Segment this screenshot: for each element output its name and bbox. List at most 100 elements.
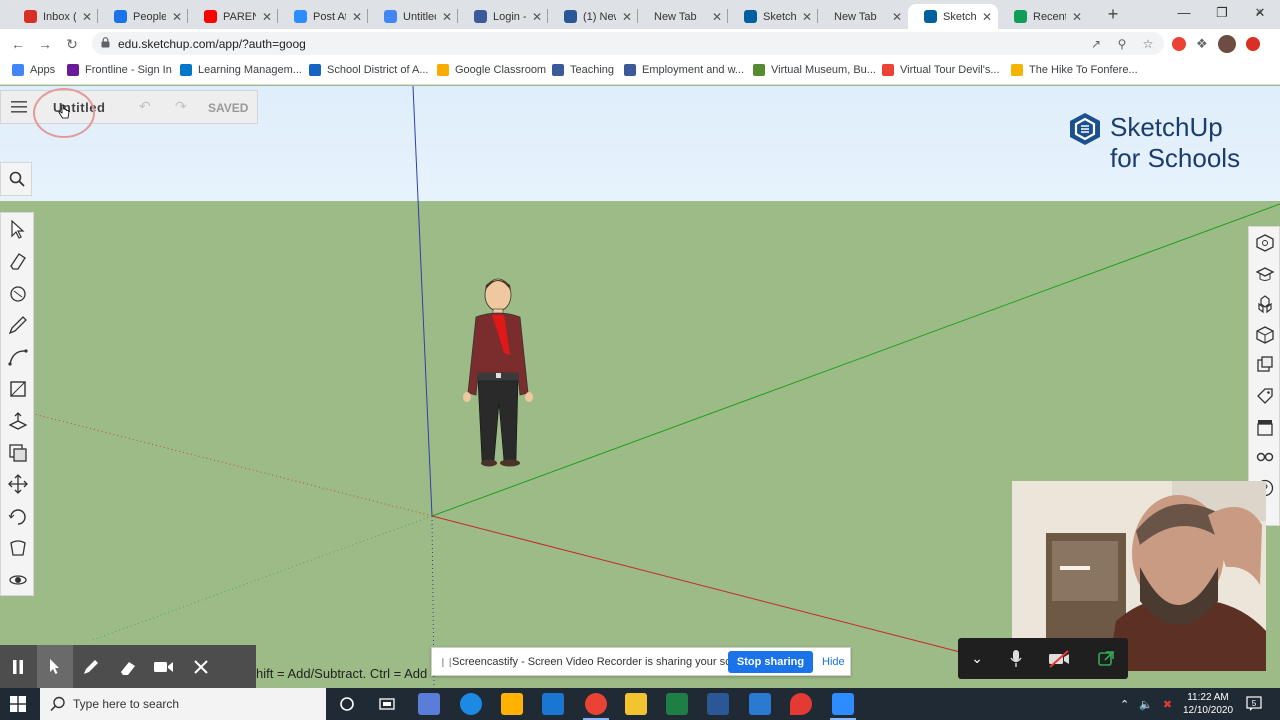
chevron-up-icon[interactable]: ⌃ <box>1120 698 1129 711</box>
bookmarks-overflow-icon[interactable]: » <box>1256 4 1263 18</box>
pencil-icon[interactable] <box>7 314 29 336</box>
tab-close-icon[interactable]: ✕ <box>172 10 182 24</box>
cortana-icon[interactable] <box>336 693 358 715</box>
tab-close-icon[interactable]: ✕ <box>982 10 992 24</box>
tab-close-icon[interactable]: ✕ <box>892 10 902 24</box>
hide-banner-button[interactable]: Hide <box>822 656 845 668</box>
browser-tab[interactable]: Login - F ✕ <box>458 4 548 29</box>
record-indicator-icon[interactable] <box>1245 37 1260 51</box>
instructor-icon[interactable] <box>1255 264 1275 284</box>
extensions-puzzle-icon[interactable]: ❖ <box>1196 36 1208 52</box>
bookmark-item[interactable]: Frontline - Sign In <box>67 64 172 76</box>
network-icon[interactable]: ✖ <box>1163 698 1172 711</box>
screencastify-extension-icon[interactable] <box>1172 37 1186 51</box>
mail-icon[interactable] <box>542 693 564 715</box>
minimize-button[interactable]: — <box>1170 3 1198 23</box>
eraser-icon[interactable] <box>7 251 29 273</box>
tab-close-icon[interactable]: ✕ <box>1072 10 1082 24</box>
scenes-icon[interactable] <box>1255 417 1275 437</box>
browser-tab[interactable]: New Tab ✕ <box>638 4 728 29</box>
bookmark-item[interactable]: Employment and w... <box>624 64 744 76</box>
volume-icon[interactable]: 🔈 <box>1139 698 1153 711</box>
bookmark-star-icon[interactable]: ☆ <box>1140 36 1156 52</box>
forward-icon[interactable]: → <box>35 34 55 54</box>
bookmark-item[interactable]: Teaching <box>552 64 614 76</box>
browser-tab[interactable]: SketchU ✕ <box>728 4 818 29</box>
tags-icon[interactable] <box>1255 386 1275 406</box>
browser-tab[interactable]: Post Att ✕ <box>278 4 368 29</box>
browser-tab[interactable]: People ✕ <box>98 4 188 29</box>
browser-tab[interactable]: Recent ✕ <box>998 4 1088 29</box>
paint-bucket-icon[interactable] <box>7 283 29 305</box>
microphone-icon[interactable] <box>1010 649 1022 668</box>
notification-icon[interactable]: 5 <box>1246 696 1262 712</box>
chrome-icon[interactable] <box>583 693 609 720</box>
task-view-icon[interactable] <box>376 693 398 715</box>
chevron-down-icon[interactable]: ⌄ <box>971 650 983 667</box>
undo-icon[interactable]: ↶ <box>139 98 151 115</box>
materials-icon[interactable] <box>1255 325 1275 345</box>
rotate-icon[interactable] <box>7 505 29 527</box>
tab-close-icon[interactable]: ✕ <box>352 10 362 24</box>
windows-start-icon[interactable] <box>10 696 26 712</box>
pause-recording-button[interactable] <box>0 645 37 688</box>
browser-tab[interactable]: New Tab ✕ <box>818 4 908 29</box>
calculator-icon[interactable] <box>418 693 440 715</box>
eraser-tool-button[interactable] <box>110 645 147 688</box>
word-icon[interactable] <box>707 693 729 715</box>
redo-icon[interactable]: ↷ <box>175 98 187 115</box>
bookmark-item[interactable]: Virtual Tour Devil's... <box>882 64 1000 76</box>
camera-toggle-button[interactable] <box>146 645 183 688</box>
components-icon[interactable] <box>1255 294 1275 314</box>
bookmark-item[interactable]: School District of A... <box>309 64 428 76</box>
tab-close-icon[interactable]: ✕ <box>712 10 722 24</box>
bookmark-item[interactable]: Learning Managem... <box>180 64 302 76</box>
push-pull-icon[interactable] <box>7 410 29 432</box>
display-icon[interactable] <box>1255 447 1275 467</box>
taskbar-clock[interactable]: 11:22 AM 12/10/2020 <box>1178 691 1238 717</box>
bookmark-item[interactable]: Apps <box>12 64 55 76</box>
move-icon[interactable] <box>7 473 29 495</box>
open-in-new-icon[interactable]: ↗ <box>1088 36 1104 52</box>
excel-icon[interactable] <box>666 693 688 715</box>
taskbar-search-box[interactable]: Type here to search <box>40 688 326 720</box>
hamburger-menu-icon[interactable] <box>11 101 27 113</box>
store-icon[interactable] <box>501 693 523 715</box>
browser-tab[interactable]: (1) New ✕ <box>548 4 638 29</box>
tape-measure-icon[interactable] <box>7 537 29 559</box>
pen-tool-button[interactable] <box>73 645 110 688</box>
browser-tab[interactable]: PARENT ✕ <box>188 4 278 29</box>
reload-icon[interactable]: ↻ <box>62 34 82 54</box>
zoom-icon[interactable]: ⚲ <box>1114 36 1130 52</box>
new-tab-button[interactable]: + <box>1103 4 1123 24</box>
offset-icon[interactable] <box>7 442 29 464</box>
address-bar[interactable]: edu.sketchup.com/app/?auth=goog ↗ ⚲ ☆ <box>92 32 1164 55</box>
entity-info-icon[interactable] <box>1255 233 1275 253</box>
outlook-icon[interactable] <box>749 693 771 715</box>
profile-avatar[interactable] <box>1217 35 1236 53</box>
tab-close-icon[interactable]: ✕ <box>82 10 92 24</box>
rectangle-icon[interactable] <box>7 378 29 400</box>
tab-close-icon[interactable]: ✕ <box>262 10 272 24</box>
tab-close-icon[interactable]: ✕ <box>802 10 812 24</box>
browser-tab[interactable]: Inbox (2 ✕ <box>8 4 98 29</box>
search-icon[interactable] <box>9 171 25 187</box>
zoom-app-icon[interactable] <box>830 693 856 720</box>
arc-icon[interactable] <box>7 346 29 368</box>
paint-3d-icon[interactable] <box>790 693 812 715</box>
orbit-icon[interactable] <box>7 569 29 591</box>
url-text[interactable]: edu.sketchup.com/app/?auth=goog <box>118 37 306 51</box>
edge-icon[interactable] <box>460 693 482 715</box>
file-explorer-icon[interactable] <box>625 693 647 715</box>
bookmark-item[interactable]: The Hike To Fonfere... <box>1011 64 1138 76</box>
bookmark-item[interactable]: Virtual Museum, Bu... <box>753 64 876 76</box>
camera-off-icon[interactable] <box>1048 649 1070 668</box>
styles-icon[interactable] <box>1255 355 1275 375</box>
browser-tab[interactable]: Untitled ✕ <box>368 4 458 29</box>
tab-close-icon[interactable]: ✕ <box>532 10 542 24</box>
cursor-tool-button[interactable] <box>36 645 73 688</box>
tab-close-icon[interactable]: ✕ <box>442 10 452 24</box>
close-drawing-bar-button[interactable] <box>183 645 220 688</box>
open-external-icon[interactable] <box>1097 650 1115 668</box>
browser-tab[interactable]: SketchU ✕ <box>908 4 998 29</box>
